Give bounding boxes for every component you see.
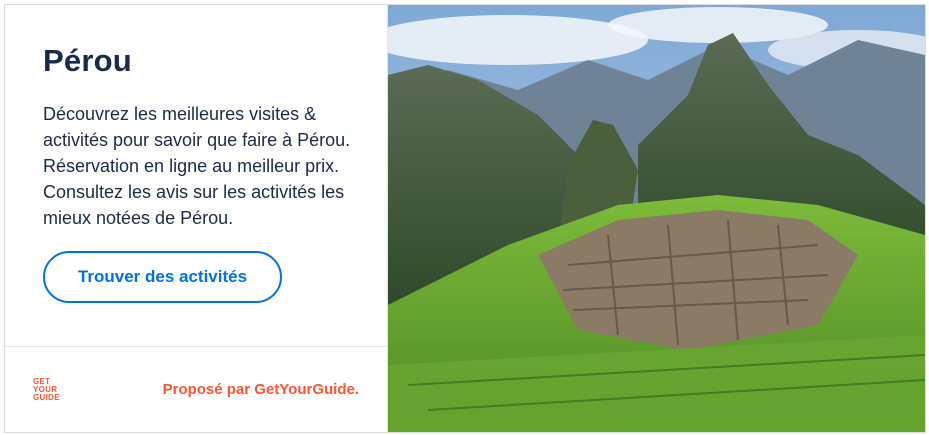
- destination-description: Découvrez les meilleures visites & activ…: [43, 104, 351, 228]
- activity-widget-card: Pérou Découvrez les meilleures visites &…: [4, 4, 926, 433]
- destination-title: Pérou: [43, 43, 132, 78]
- powered-by-link[interactable]: Proposé par GetYourGuide.: [163, 381, 359, 398]
- widget-footer: GET YOUR GUIDE Proposé par GetYourGuide.: [5, 346, 387, 432]
- info-panel: Pérou Découvrez les meilleures visites &…: [5, 5, 388, 432]
- info-content: Pérou Découvrez les meilleures visites &…: [5, 5, 387, 303]
- logo-line-guide: GUIDE: [33, 392, 60, 402]
- getyourguide-logo[interactable]: GET YOUR GUIDE: [33, 377, 67, 402]
- find-activities-button[interactable]: Trouver des activités: [43, 251, 282, 303]
- machu-picchu-photo: [388, 5, 925, 432]
- destination-image[interactable]: [388, 5, 925, 432]
